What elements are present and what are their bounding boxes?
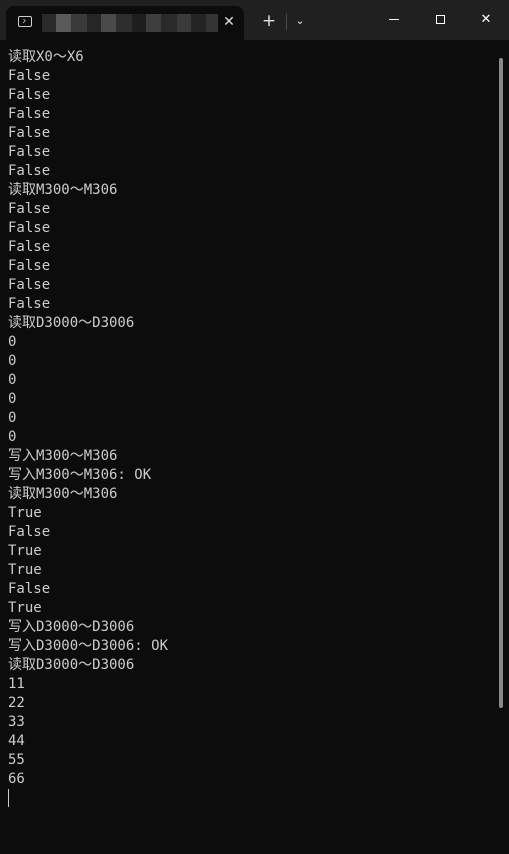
console-line: 写入M300～M306: OK bbox=[8, 467, 152, 483]
console-line: 0 bbox=[8, 429, 17, 445]
console-line: False bbox=[8, 68, 51, 84]
console-line: 读取M300～M306 bbox=[8, 486, 118, 502]
console-line: False bbox=[8, 296, 51, 312]
console-line: False bbox=[8, 144, 51, 160]
console-line: 55 bbox=[8, 752, 25, 768]
console-line: True bbox=[8, 543, 42, 559]
console-line: 读取X0～X6 bbox=[8, 49, 84, 65]
console-line: True bbox=[8, 505, 42, 521]
tab-active[interactable]: ✕ bbox=[6, 6, 244, 40]
title-bar[interactable]: ✕ + ⌄ ✕ bbox=[0, 0, 509, 40]
console-line: False bbox=[8, 163, 51, 179]
console-line: False bbox=[8, 581, 51, 597]
console-line: False bbox=[8, 277, 51, 293]
console-line: 66 bbox=[8, 771, 25, 787]
console-line: False bbox=[8, 258, 51, 274]
console-line: 写入M300～M306 bbox=[8, 448, 118, 464]
console-line: 33 bbox=[8, 714, 25, 730]
tab-dropdown-chevron-icon[interactable]: ⌄ bbox=[290, 10, 310, 32]
close-tab-icon[interactable]: ✕ bbox=[220, 13, 238, 31]
maximize-icon bbox=[435, 15, 445, 24]
console-line: False bbox=[8, 201, 51, 217]
console-line: True bbox=[8, 600, 42, 616]
new-tab-button[interactable]: + bbox=[258, 10, 280, 32]
scrollbar-thumb[interactable] bbox=[499, 58, 503, 708]
console-line: False bbox=[8, 220, 51, 236]
close-window-button[interactable]: ✕ bbox=[463, 0, 509, 40]
console-line: 11 bbox=[8, 676, 25, 692]
console-line: 44 bbox=[8, 733, 25, 749]
console-line: False bbox=[8, 106, 51, 122]
console-line: 写入D3000～D3006: OK bbox=[8, 638, 169, 654]
console-line: 0 bbox=[8, 391, 17, 407]
tab-title-redacted bbox=[42, 14, 218, 32]
tab-separator bbox=[286, 14, 287, 30]
minimize-button[interactable] bbox=[371, 0, 417, 40]
console-line: 0 bbox=[8, 334, 17, 350]
console-line: 0 bbox=[8, 353, 17, 369]
console-line: False bbox=[8, 87, 51, 103]
console-line: 0 bbox=[8, 372, 17, 388]
console-line: 读取D3000～D3006 bbox=[8, 657, 135, 673]
minimize-icon bbox=[389, 19, 399, 20]
text-cursor bbox=[8, 789, 9, 807]
terminal-window: ✕ + ⌄ ✕ 读取X0～X6 False False False False False… bbox=[0, 0, 509, 854]
console-output[interactable]: 读取X0～X6 False False False False False False 读取M… bbox=[8, 48, 494, 848]
console-line: 22 bbox=[8, 695, 25, 711]
console-line: True bbox=[8, 562, 42, 578]
maximize-button[interactable] bbox=[417, 0, 463, 40]
console-line: 0 bbox=[8, 410, 17, 426]
terminal-icon bbox=[18, 16, 32, 27]
console-line: False bbox=[8, 125, 51, 141]
console-line: 写入D3000～D3006 bbox=[8, 619, 135, 635]
console-line: 读取M300～M306 bbox=[8, 182, 118, 198]
console-line: 读取D3000～D3006 bbox=[8, 315, 135, 331]
console-line: False bbox=[8, 524, 51, 540]
console-line: False bbox=[8, 239, 51, 255]
